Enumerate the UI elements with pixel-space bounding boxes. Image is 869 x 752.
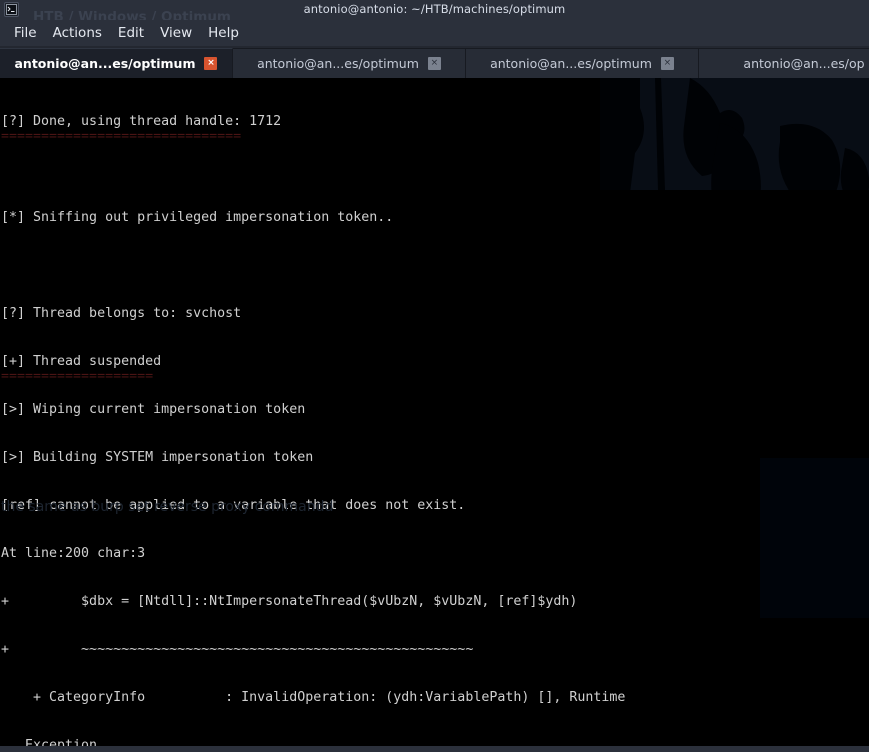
terminal-line: [+] Thread suspended	[1, 354, 162, 369]
menu-item-help[interactable]: Help	[200, 23, 247, 43]
terminal-line: [ref] cannot be applied to a variable th…	[1, 498, 466, 513]
window-bottom-edge	[0, 746, 869, 752]
tab-label: antonio@an...es/optimum	[490, 56, 652, 71]
menu-item-view[interactable]: View	[152, 23, 200, 43]
tab-terminal-1[interactable]: antonio@an...es/optimum ×	[0, 48, 233, 78]
tab-label: antonio@an...es/optimum	[257, 56, 419, 71]
terminal-line: [>] Building SYSTEM impersonation token	[1, 450, 314, 465]
tab-terminal-4[interactable]: antonio@an...es/op ×	[699, 48, 869, 78]
tab-terminal-3[interactable]: antonio@an...es/optimum ×	[466, 48, 699, 78]
close-icon[interactable]: ×	[204, 57, 218, 70]
close-icon[interactable]: ×	[660, 57, 674, 70]
terminal-viewport[interactable]: ============================== =========…	[0, 78, 869, 752]
title-bar: antonio@antonio: ~/HTB/machines/optimum …	[0, 0, 869, 25]
terminal-output: [?] Done, using thread handle: 1712 [*] …	[0, 78, 869, 752]
terminal-line: + CategoryInfo : InvalidOperation: (ydh:…	[1, 690, 626, 705]
tab-label: antonio@an...es/optimum	[14, 56, 196, 71]
menu-item-edit[interactable]: Edit	[110, 23, 152, 43]
tab-label: antonio@an...es/op	[743, 56, 865, 71]
terminal-line: + ~~~~~~~~~~~~~~~~~~~~~~~~~~~~~~~~~~~~~~…	[1, 642, 474, 657]
menu-bar: File Actions Edit View Help	[0, 20, 869, 46]
terminal-line: [?] Done, using thread handle: 1712	[1, 114, 282, 129]
tab-bar: antonio@an...es/optimum × antonio@an...e…	[0, 46, 869, 78]
menu-item-file[interactable]: File	[6, 23, 45, 43]
terminal-line: [*] Sniffing out privileged impersonatio…	[1, 210, 394, 225]
menu-item-actions[interactable]: Actions	[45, 23, 110, 43]
window-title: antonio@antonio: ~/HTB/machines/optimum	[303, 2, 566, 16]
close-icon[interactable]: ×	[427, 57, 441, 70]
terminal-line: [>] Wiping current impersonation token	[1, 402, 306, 417]
tab-terminal-2[interactable]: antonio@an...es/optimum ×	[233, 48, 466, 78]
terminal-line: + $dbx = [Ntdll]::NtImpersonateThread($v…	[1, 594, 578, 609]
terminal-line: At line:200 char:3	[1, 546, 146, 561]
terminal-window: antonio@antonio: ~/HTB/machines/optimum …	[0, 0, 869, 752]
terminal-line: [?] Thread belongs to: svchost	[1, 306, 242, 321]
